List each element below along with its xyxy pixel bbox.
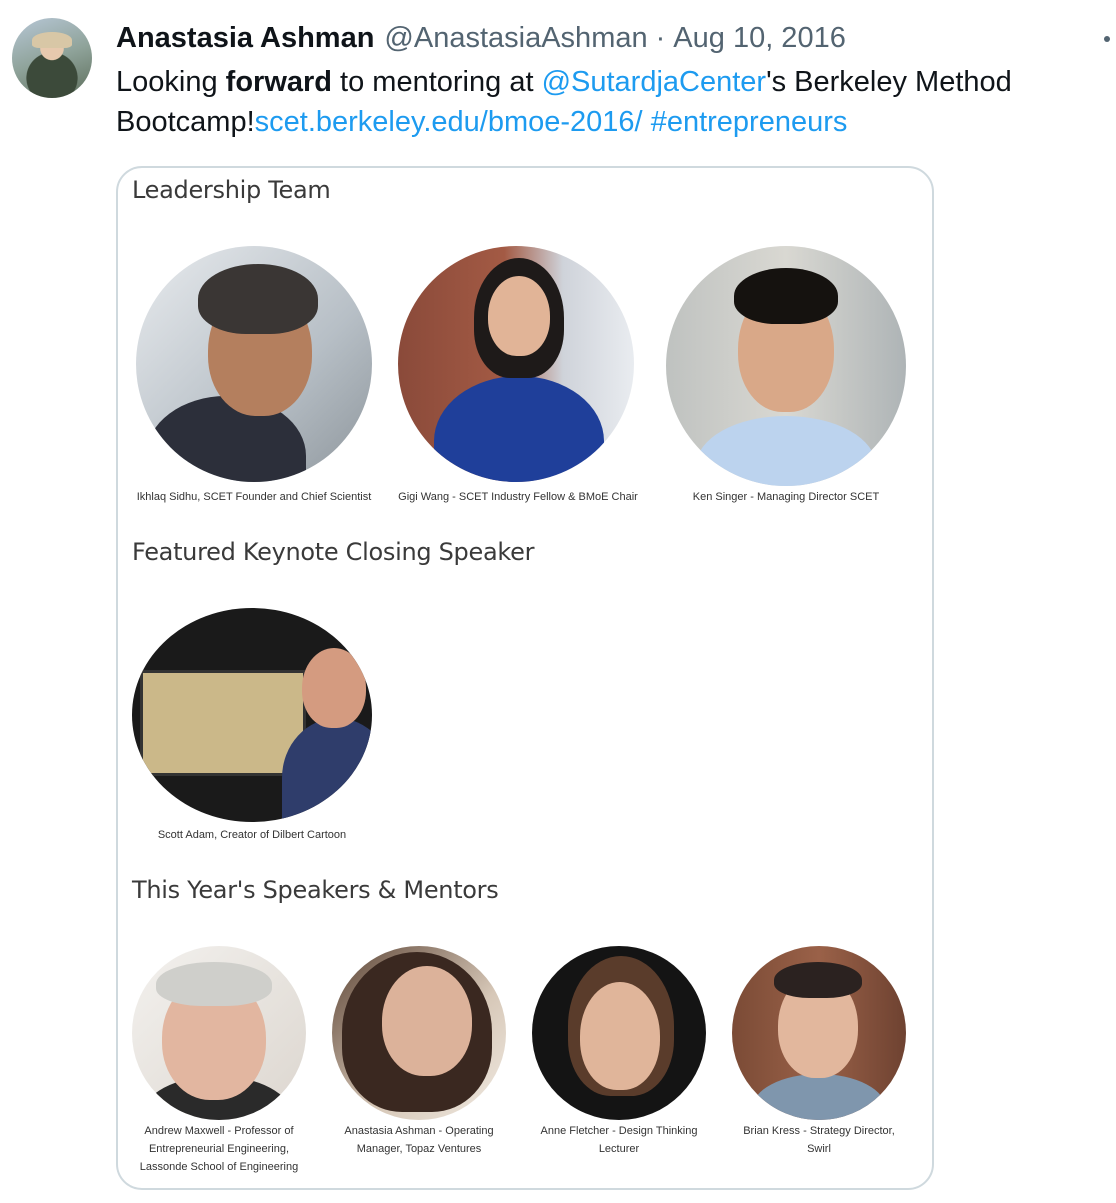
photo bbox=[132, 946, 306, 1120]
caption-ken: Ken Singer - Managing Director SCET bbox=[692, 491, 880, 503]
caption-anastasia: Anastasia Ashman - Operating Manager, To… bbox=[322, 1122, 516, 1158]
person-photo-scott bbox=[132, 608, 372, 822]
person-photo-anastasia bbox=[332, 946, 506, 1120]
author-name[interactable]: Anastasia Ashman bbox=[116, 22, 374, 55]
tweet-text: Looking forward to mentoring at @Sutardj… bbox=[116, 62, 1106, 142]
section-title-keynote: Featured Keynote Closing Speaker bbox=[132, 538, 535, 566]
photo-head bbox=[302, 648, 366, 728]
caption-andrew: Andrew Maxwell - Professor of Entreprene… bbox=[122, 1122, 316, 1176]
caption-line: Andrew Maxwell - Professor of bbox=[144, 1125, 294, 1137]
hashtag-link[interactable]: #entrepreneurs bbox=[651, 106, 848, 138]
photo-head bbox=[382, 966, 472, 1076]
photo-hair bbox=[774, 962, 862, 998]
separator-dot: · bbox=[655, 21, 666, 54]
photo-hair bbox=[734, 268, 838, 324]
photo-head bbox=[488, 276, 550, 356]
section-title-speakers: This Year's Speakers & Mentors bbox=[132, 876, 499, 904]
avatar-hat bbox=[32, 32, 72, 48]
caption-line: Lecturer bbox=[598, 1143, 640, 1155]
caption-scott: Scott Adam, Creator of Dilbert Cartoon bbox=[157, 829, 347, 841]
caption-line: Brian Kress - Strategy Director, bbox=[743, 1125, 895, 1137]
tweet-text-space bbox=[643, 106, 651, 138]
photo bbox=[666, 246, 906, 486]
mention-link[interactable]: @SutardjaCenter bbox=[542, 66, 767, 98]
person-photo-ikhlaq bbox=[136, 246, 372, 482]
photo-head bbox=[580, 982, 660, 1090]
more-options-icon[interactable] bbox=[1104, 36, 1110, 42]
photo-hair bbox=[198, 264, 318, 334]
caption-line: Swirl bbox=[807, 1143, 831, 1155]
photo bbox=[398, 246, 634, 482]
photo bbox=[136, 246, 372, 482]
tweet-header: Anastasia Ashman @AnastasiaAshman · Aug … bbox=[116, 18, 846, 58]
person-photo-brian bbox=[732, 946, 906, 1120]
caption-line: Manager, Topaz Ventures bbox=[356, 1143, 482, 1155]
tweet-text-part: to mentoring at bbox=[332, 66, 542, 98]
section-title-leadership: Leadership Team bbox=[132, 176, 331, 204]
person-photo-andrew bbox=[132, 946, 306, 1120]
caption-line: Anne Fletcher - Design Thinking bbox=[540, 1125, 698, 1137]
photo-body bbox=[434, 376, 604, 482]
url-link[interactable]: scet.berkeley.edu/bmoe-2016/ bbox=[255, 106, 643, 138]
caption-line: Lassonde School of Engineering bbox=[139, 1161, 299, 1173]
media-card[interactable]: Leadership Team Ikhlaq Sidhu, SCET Found… bbox=[116, 166, 934, 1190]
person-photo-anne bbox=[532, 946, 706, 1120]
photo-body bbox=[752, 1074, 886, 1120]
photo-hair bbox=[156, 962, 272, 1006]
caption-anne: Anne Fletcher - Design Thinking Lecturer bbox=[522, 1122, 716, 1158]
photo bbox=[532, 946, 706, 1120]
caption-line: Entrepreneurial Engineering, bbox=[148, 1143, 290, 1155]
person-photo-gigi bbox=[398, 246, 634, 482]
tweet-text-part: Looking bbox=[116, 66, 226, 98]
caption-gigi: Gigi Wang - SCET Industry Fellow & BMoE … bbox=[398, 491, 638, 503]
photo bbox=[732, 946, 906, 1120]
photo bbox=[132, 608, 372, 822]
tweet-date[interactable]: Aug 10, 2016 bbox=[673, 22, 846, 55]
person-photo-ken bbox=[666, 246, 906, 486]
photo-screen bbox=[140, 670, 306, 776]
caption-ikhlaq: Ikhlaq Sidhu, SCET Founder and Chief Sci… bbox=[136, 491, 372, 503]
author-handle[interactable]: @AnastasiaAshman bbox=[384, 22, 647, 55]
caption-brian: Brian Kress - Strategy Director, Swirl bbox=[722, 1122, 916, 1158]
photo bbox=[332, 946, 506, 1120]
tweet-text-bold: forward bbox=[225, 66, 332, 98]
photo-body bbox=[696, 416, 876, 486]
author-avatar[interactable] bbox=[12, 18, 92, 98]
caption-line: Anastasia Ashman - Operating bbox=[344, 1125, 494, 1137]
